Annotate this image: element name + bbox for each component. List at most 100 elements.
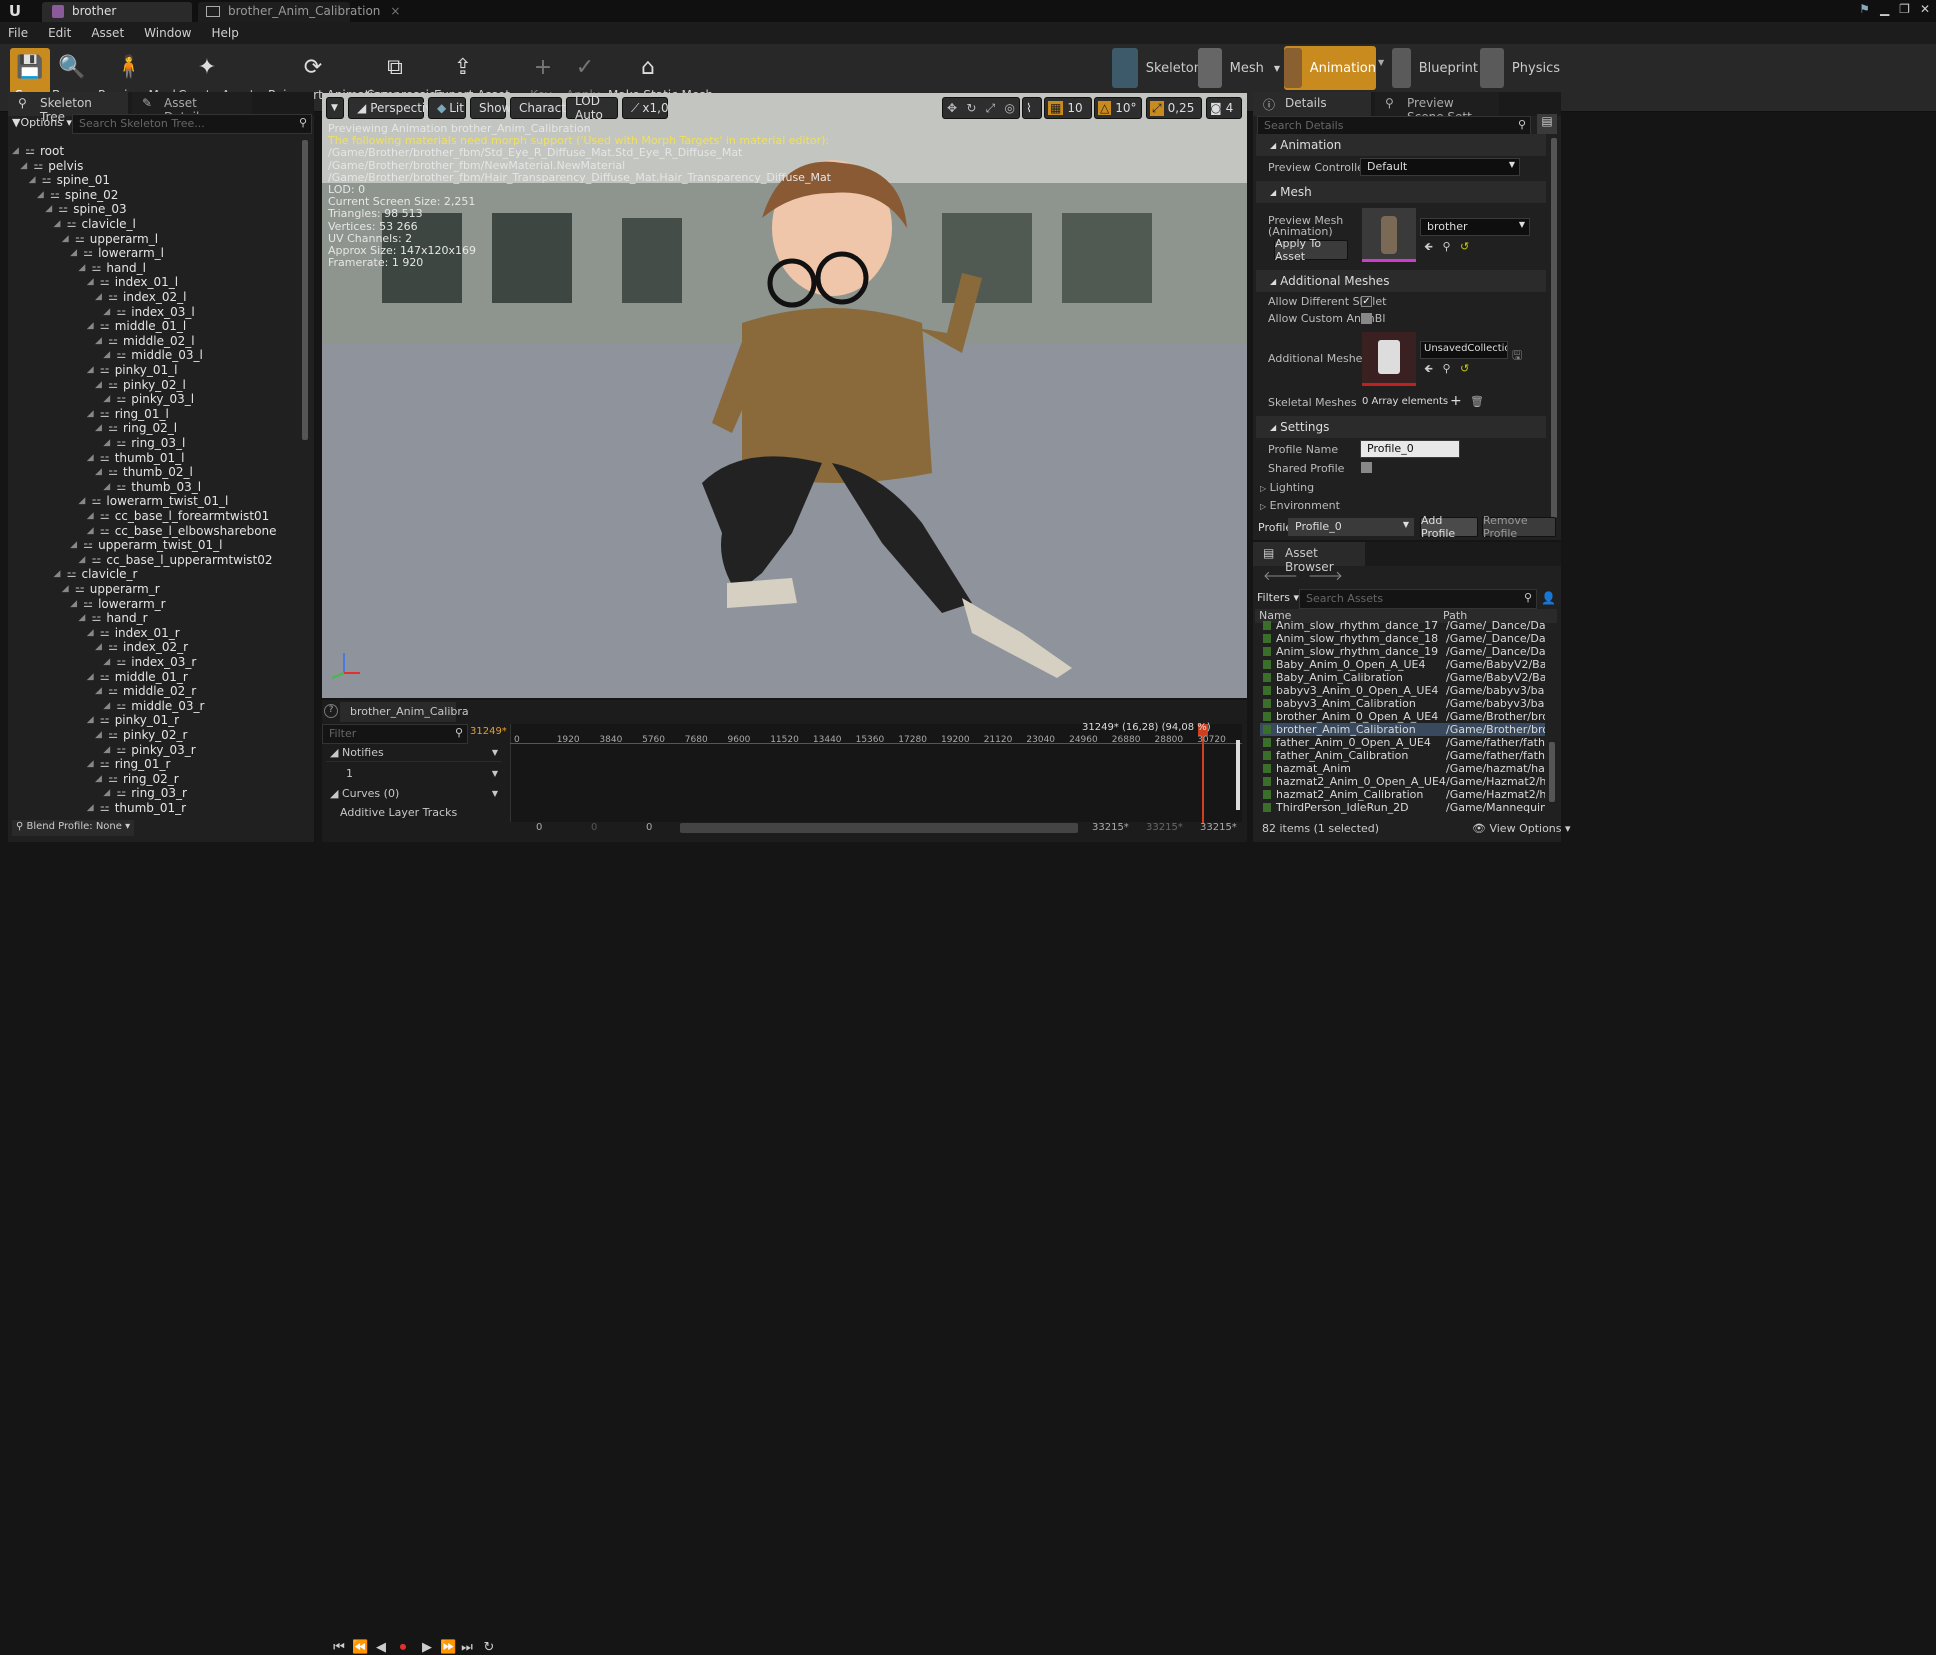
lit-button[interactable]: ◆Lit [428,97,466,119]
expand-arrow-icon[interactable]: ◢ [70,540,80,550]
expand-arrow-icon[interactable]: ◢ [95,730,105,740]
animation-dropdown-icon[interactable]: ▼ [1378,58,1384,67]
mode-skeleton[interactable]: Skeleton [1112,46,1202,90]
asset-scrollbar[interactable] [1549,742,1555,802]
expand-arrow-icon[interactable]: ◢ [95,642,105,652]
allow-different-checkbox[interactable]: ✓ [1361,296,1372,307]
expand-arrow-icon[interactable]: ◢ [103,438,113,448]
asset-row[interactable]: hazmat2_Anim_Calibration/Game/Hazmat2/ha… [1260,788,1545,801]
delete-elements-icon[interactable]: 🗑 [1470,395,1484,408]
asset-search-input[interactable]: Search Assets⚲ [1299,589,1537,609]
menu-asset[interactable]: Asset [91,26,124,40]
additional-meshes-combo[interactable]: UnsavedCollection [1420,341,1508,359]
tree-scrollbar[interactable] [302,140,308,440]
notify-track-dropdown-icon[interactable]: ▼ [492,769,498,778]
rotate-icon[interactable]: ↻ [966,101,976,115]
remove-profile-button[interactable]: Remove Profile [1482,517,1556,537]
save-collection-icon[interactable]: 🖫 [1512,346,1522,367]
expand-arrow-icon[interactable]: ◢ [87,511,97,521]
expand-arrow-icon[interactable]: ◢ [103,701,113,711]
section-animation[interactable]: ◢Animation [1256,134,1546,156]
asset-row[interactable]: brother_Anim_0_Open_A_UE4/Game/Brother/b… [1260,710,1545,723]
reset-icon[interactable]: ↺ [1460,240,1469,253]
restore-icon[interactable]: ❐ [1899,2,1910,16]
timeline-filter-input[interactable]: Filter⚲ [322,724,468,744]
timeline-hscroll[interactable] [680,823,1078,833]
expand-arrow-icon[interactable]: ◢ [20,161,30,171]
playback-speed-button[interactable]: ⟋x1,0 [622,97,668,119]
skeleton-search-input[interactable]: Search Skeleton Tree... ⚲ [72,114,312,134]
end-field-1[interactable]: 33215* [1092,822,1129,833]
expand-arrow-icon[interactable]: ◢ [103,394,113,404]
section-mesh[interactable]: ◢Mesh [1256,181,1546,203]
profile-name-input[interactable]: Profile_0 [1360,440,1460,458]
scale-icon[interactable]: ⤢ [986,101,996,116]
expand-arrow-icon[interactable]: ◢ [87,526,97,536]
lod-button[interactable]: LOD Auto [566,97,618,119]
minimize-icon[interactable]: ▁ [1880,2,1889,16]
mesh-dropdown-icon[interactable]: ▼ [1274,64,1280,73]
curves-track[interactable]: ◢ Curves (0)▼ [326,784,502,802]
asset-row[interactable]: father_Anim_0_Open_A_UE4/Game/father/fat… [1260,736,1545,749]
curves-dropdown-icon[interactable]: ▼ [492,789,498,798]
tab-preview-scene[interactable]: ⚲Preview Scene Sett [1375,92,1499,116]
unreal-logo-icon[interactable]: U [6,2,24,20]
details-scrollbar[interactable] [1551,138,1557,518]
tab-skeleton-tree[interactable]: ⚲ Skeleton Tree [8,92,128,116]
expand-arrow-icon[interactable]: ◢ [95,774,105,784]
expand-arrow-icon[interactable]: ◢ [12,146,22,156]
tab-anim-calibration[interactable]: brother_Anim_Calibration× [198,2,350,22]
translate-icon[interactable]: ✥ [947,101,957,115]
bone-row-thumb_02_r[interactable]: ◢⚍thumb_02_r [95,814,194,816]
browse-asset-icon[interactable]: ⚲ [1442,240,1450,253]
menu-window[interactable]: Window [144,26,191,40]
world-icon[interactable]: ◎ [1004,101,1014,115]
expand-arrow-icon[interactable]: ◢ [103,350,113,360]
expand-arrow-icon[interactable]: ◢ [87,628,97,638]
blend-profile-dropdown[interactable]: ⚲ Blend Profile: None ▾ [12,820,134,836]
step-back-icon[interactable]: ⏪ [352,1640,366,1654]
asset-row[interactable]: brother_Anim_Calibration/Game/Brother/br… [1260,723,1545,736]
asset-row[interactable]: Anim_slow_rhythm_dance_18/Game/_Dance/Da… [1260,632,1545,645]
asset-row[interactable]: babyv3_Anim_0_Open_A_UE4/Game/babyv3/bab… [1260,684,1545,697]
skip-to-start-icon[interactable]: ⏮ [332,1640,346,1654]
expand-arrow-icon[interactable]: ◢ [95,380,105,390]
expand-arrow-icon[interactable]: ◢ [103,788,113,798]
notifies-track[interactable]: ◢ Notifies▼ [326,744,502,762]
record-icon[interactable]: ⏺ [396,1640,410,1654]
perspective-button[interactable]: ◢Perspective [348,97,424,119]
menu-edit[interactable]: Edit [48,26,71,40]
asset-row[interactable]: ThirdPerson_IdleRun_2D/Game/Mannequin/A [1260,801,1545,814]
frame-field-1[interactable]: 0 [536,822,542,833]
expand-arrow-icon[interactable]: ◢ [87,672,97,682]
use-selected-icon[interactable]: 🡸 [1424,240,1433,253]
tab-details[interactable]: ⓘDetails [1253,92,1371,116]
expand-arrow-icon[interactable]: ◢ [103,657,113,667]
forward-arrow-icon[interactable]: 🡒 [1308,569,1343,584]
section-additional-meshes[interactable]: ◢Additional Meshes [1256,270,1546,292]
expand-arrow-icon[interactable]: ◢ [70,248,80,258]
expand-arrow-icon[interactable]: ◢ [87,453,97,463]
expand-arrow-icon[interactable]: ◢ [87,409,97,419]
expand-arrow-icon[interactable]: ◢ [45,204,55,214]
frame-field-2[interactable]: 0 [591,822,597,833]
profile-combo[interactable]: Profile_0▼ [1288,518,1414,536]
mode-animation[interactable]: Animation [1284,46,1376,90]
allow-custom-checkbox[interactable] [1361,313,1372,324]
help-icon[interactable]: ? [324,704,338,718]
show-button[interactable]: Show [470,97,506,119]
environment-row[interactable]: ▷ Environment [1260,499,1340,512]
asset-row[interactable]: hazmat2_Anim_0_Open_A_UE4/Game/Hazmat2/h… [1260,775,1545,788]
asset-row[interactable]: Anim_slow_rhythm_dance_19/Game/_Dance/Da… [1260,645,1545,658]
surface-snap-icon[interactable]: ⌇ [1022,97,1042,119]
expand-arrow-icon[interactable]: ◢ [87,759,97,769]
expand-arrow-icon[interactable]: ◢ [78,263,88,273]
view-options-dropdown[interactable]: 👁 View Options ▾ [1472,822,1571,835]
expand-arrow-icon[interactable]: ◢ [87,803,97,813]
viewport[interactable]: ▼ ◢Perspective ◆Lit Show Character LOD A… [322,93,1247,698]
preview-mesh-combo[interactable]: brother▼ [1420,218,1530,236]
expand-arrow-icon[interactable]: ◢ [62,234,72,244]
notify-track-1[interactable]: 1▼ [342,764,502,782]
viewport-options-dropdown[interactable]: ▼ [326,97,344,119]
preview-mesh-thumbnail[interactable] [1362,208,1416,262]
